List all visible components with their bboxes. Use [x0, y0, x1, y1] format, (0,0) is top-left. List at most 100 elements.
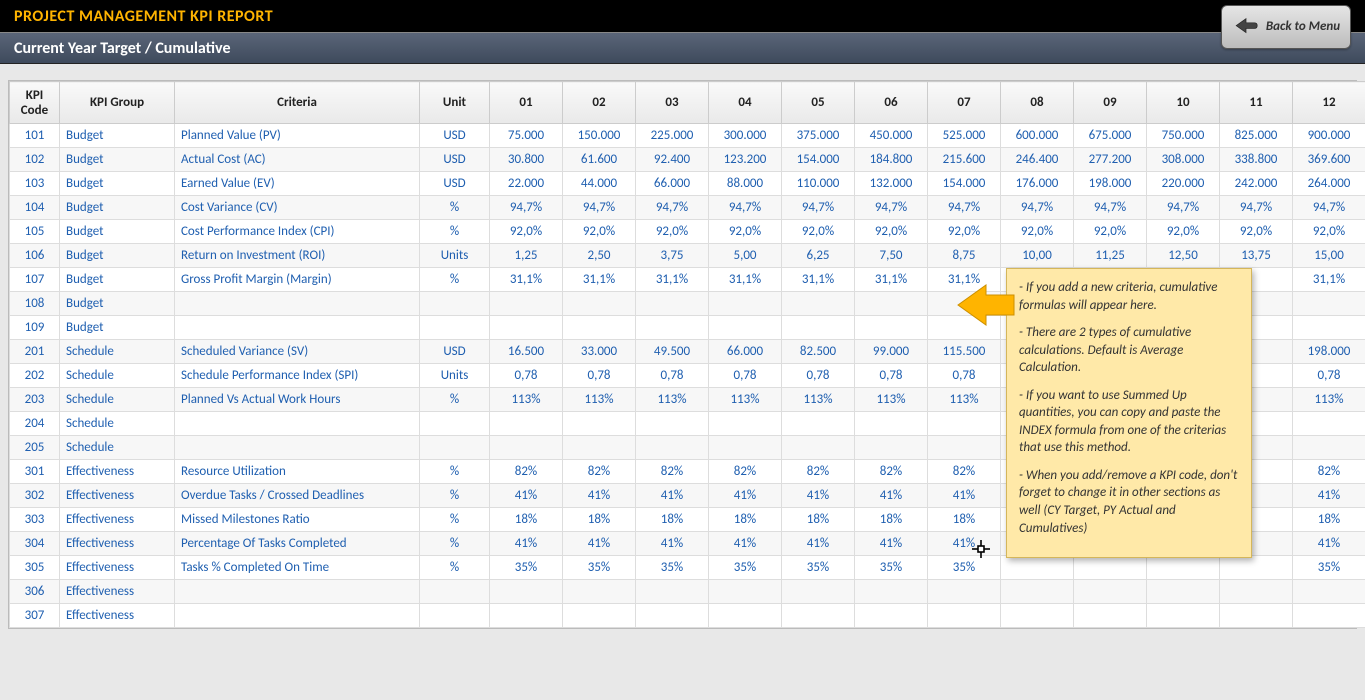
cell-criteria[interactable]: Actual Cost (AC) — [175, 148, 420, 172]
cell-value[interactable]: 308.000 — [1147, 148, 1220, 172]
cell-criteria[interactable] — [175, 436, 420, 460]
cell-value[interactable]: 31,1% — [636, 268, 709, 292]
cell-group[interactable]: Schedule — [60, 412, 175, 436]
cell-value[interactable]: 41% — [563, 484, 636, 508]
cell-code[interactable]: 104 — [10, 196, 60, 220]
cell-value[interactable] — [782, 604, 855, 628]
cell-value[interactable]: 113% — [563, 388, 636, 412]
cell-value[interactable]: 113% — [1293, 388, 1365, 412]
cell-value[interactable]: 0,78 — [490, 364, 563, 388]
cell-value[interactable]: 113% — [782, 388, 855, 412]
cell-value[interactable] — [490, 412, 563, 436]
cell-value[interactable] — [1147, 556, 1220, 580]
cell-value[interactable]: 22.000 — [490, 172, 563, 196]
cell-value[interactable]: 92,0% — [928, 220, 1001, 244]
cell-group[interactable]: Schedule — [60, 388, 175, 412]
cell-value[interactable]: 375.000 — [782, 124, 855, 148]
cell-value[interactable]: 132.000 — [855, 172, 928, 196]
cell-code[interactable]: 108 — [10, 292, 60, 316]
cell-criteria[interactable]: Planned Value (PV) — [175, 124, 420, 148]
cell-criteria[interactable]: Schedule Performance Index (SPI) — [175, 364, 420, 388]
cell-value[interactable] — [563, 604, 636, 628]
cell-value[interactable]: 92,0% — [1001, 220, 1074, 244]
cell-value[interactable]: 184.800 — [855, 148, 928, 172]
cell-value[interactable]: 11,25 — [1074, 244, 1147, 268]
cell-value[interactable]: 61.600 — [563, 148, 636, 172]
cell-unit[interactable]: % — [420, 556, 490, 580]
cell-value[interactable]: 154.000 — [928, 172, 1001, 196]
cell-group[interactable]: Effectiveness — [60, 580, 175, 604]
cell-unit[interactable] — [420, 412, 490, 436]
cell-group[interactable]: Schedule — [60, 364, 175, 388]
cell-value[interactable] — [563, 436, 636, 460]
cell-value[interactable]: 94,7% — [1147, 196, 1220, 220]
cell-unit[interactable] — [420, 604, 490, 628]
cell-value[interactable]: 41% — [855, 532, 928, 556]
cell-value[interactable]: 450.000 — [855, 124, 928, 148]
cell-unit[interactable]: USD — [420, 148, 490, 172]
cell-value[interactable] — [1220, 604, 1293, 628]
cell-value[interactable]: 7,50 — [855, 244, 928, 268]
cell-value[interactable]: 31,1% — [709, 268, 782, 292]
cell-value[interactable] — [636, 316, 709, 340]
cell-value[interactable]: 0,78 — [782, 364, 855, 388]
cell-criteria[interactable] — [175, 292, 420, 316]
cell-value[interactable]: 900.000 — [1293, 124, 1365, 148]
cell-value[interactable]: 825.000 — [1220, 124, 1293, 148]
cell-value[interactable] — [709, 292, 782, 316]
cell-code[interactable]: 101 — [10, 124, 60, 148]
cell-unit[interactable] — [420, 292, 490, 316]
cell-value[interactable]: 88.000 — [709, 172, 782, 196]
cell-value[interactable] — [928, 580, 1001, 604]
cell-value[interactable]: 225.000 — [636, 124, 709, 148]
cell-value[interactable]: 246.400 — [1001, 148, 1074, 172]
cell-group[interactable]: Effectiveness — [60, 532, 175, 556]
cell-criteria[interactable]: Return on Investment (ROI) — [175, 244, 420, 268]
cell-value[interactable]: 92,0% — [855, 220, 928, 244]
cell-value[interactable]: 41% — [636, 532, 709, 556]
cell-code[interactable]: 103 — [10, 172, 60, 196]
cell-value[interactable]: 31,1% — [782, 268, 855, 292]
cell-value[interactable]: 12,50 — [1147, 244, 1220, 268]
cell-value[interactable]: 176.000 — [1001, 172, 1074, 196]
cell-value[interactable]: 264.000 — [1293, 172, 1365, 196]
cell-value[interactable] — [709, 604, 782, 628]
cell-value[interactable] — [709, 316, 782, 340]
cell-value[interactable]: 6,25 — [782, 244, 855, 268]
cell-criteria[interactable] — [175, 604, 420, 628]
cell-value[interactable]: 35% — [855, 556, 928, 580]
cell-value[interactable]: 41% — [1293, 532, 1365, 556]
cell-criteria[interactable] — [175, 316, 420, 340]
cell-code[interactable]: 106 — [10, 244, 60, 268]
cell-value[interactable] — [1293, 412, 1365, 436]
cell-value[interactable]: 18% — [782, 508, 855, 532]
cell-value[interactable] — [855, 436, 928, 460]
cell-value[interactable]: 0,78 — [563, 364, 636, 388]
cell-group[interactable]: Budget — [60, 124, 175, 148]
cell-value[interactable] — [1293, 604, 1365, 628]
cell-value[interactable] — [1293, 292, 1365, 316]
cell-value[interactable] — [928, 436, 1001, 460]
cell-group[interactable]: Budget — [60, 172, 175, 196]
cell-value[interactable]: 94,7% — [928, 196, 1001, 220]
cell-value[interactable]: 92,0% — [709, 220, 782, 244]
cell-value[interactable] — [490, 316, 563, 340]
cell-unit[interactable]: USD — [420, 124, 490, 148]
cell-unit[interactable]: % — [420, 196, 490, 220]
cell-criteria[interactable]: Cost Performance Index (CPI) — [175, 220, 420, 244]
cell-value[interactable]: 82% — [636, 460, 709, 484]
cell-value[interactable]: 13,75 — [1220, 244, 1293, 268]
cell-value[interactable]: 49.500 — [636, 340, 709, 364]
cell-value[interactable]: 675.000 — [1074, 124, 1147, 148]
cell-value[interactable]: 18% — [709, 508, 782, 532]
cell-value[interactable] — [490, 580, 563, 604]
cell-value[interactable]: 35% — [709, 556, 782, 580]
cell-value[interactable]: 31,1% — [563, 268, 636, 292]
cell-value[interactable] — [928, 604, 1001, 628]
cell-value[interactable]: 41% — [636, 484, 709, 508]
cell-group[interactable]: Schedule — [60, 340, 175, 364]
cell-value[interactable]: 94,7% — [855, 196, 928, 220]
cell-unit[interactable] — [420, 316, 490, 340]
cell-value[interactable] — [1147, 580, 1220, 604]
cell-group[interactable]: Effectiveness — [60, 484, 175, 508]
